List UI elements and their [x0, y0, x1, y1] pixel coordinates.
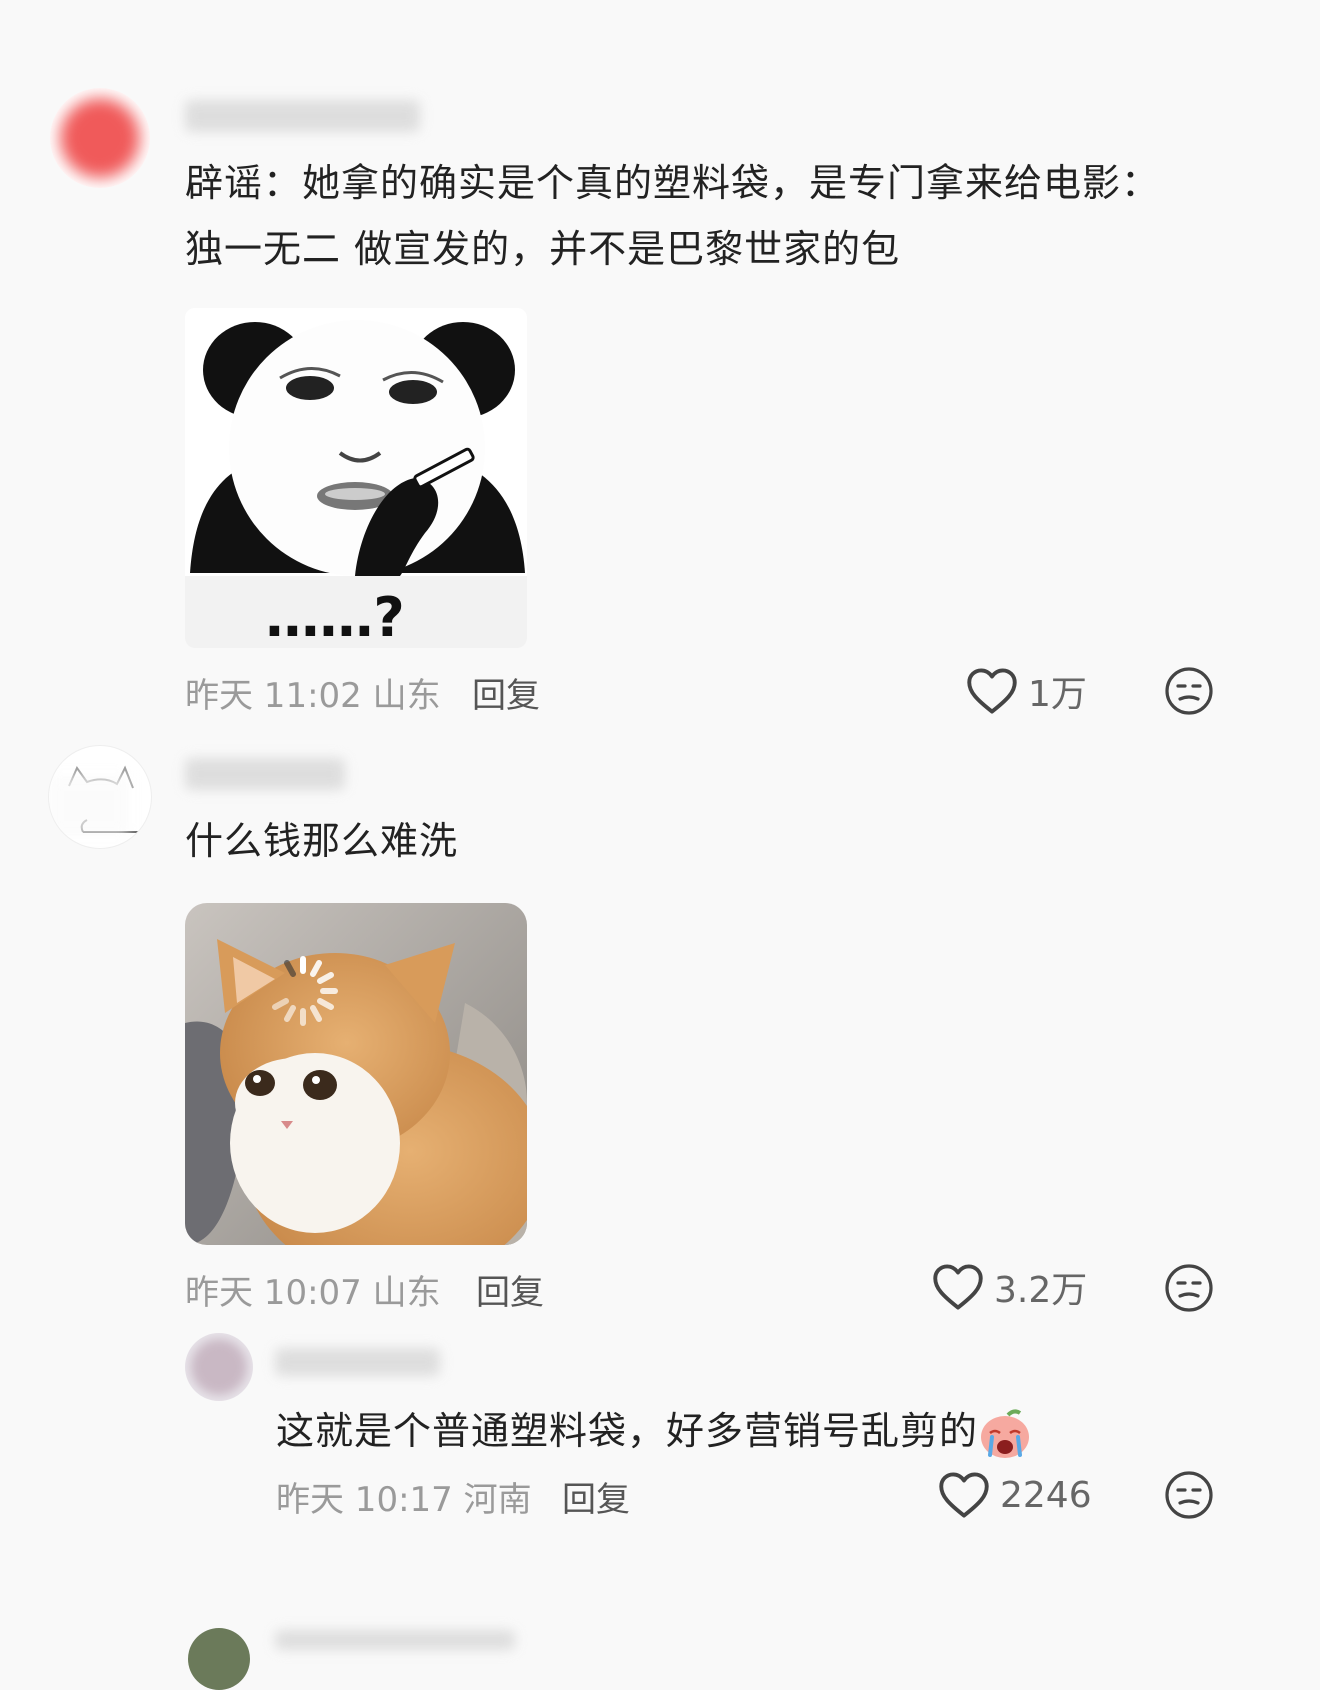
panda-meme-illustration: ……?	[185, 308, 527, 648]
reply-button[interactable]: 回复	[476, 1265, 544, 1314]
heart-icon	[932, 1263, 984, 1311]
username[interactable]	[185, 758, 345, 790]
comment-location: 河南	[463, 1480, 532, 1520]
comment-meta: 昨天 11:02 山东	[185, 668, 441, 717]
meh-face-icon	[1164, 1263, 1214, 1313]
dislike-button[interactable]	[1164, 666, 1214, 716]
reply-button[interactable]: 回复	[562, 1472, 630, 1521]
comment-time: 昨天 10:17	[276, 1480, 453, 1520]
comment-time: 昨天 11:02	[185, 676, 362, 716]
heart-icon	[966, 667, 1018, 715]
sticker-image[interactable]	[185, 903, 527, 1245]
like-count: 2246	[1000, 1474, 1092, 1516]
comment-location: 山东	[372, 676, 441, 716]
cat-photo	[185, 903, 527, 1245]
like-button[interactable]: 2246	[938, 1468, 1092, 1522]
comment-meta: 昨天 10:07 山东	[185, 1265, 441, 1314]
sticker-caption: ……?	[265, 586, 404, 648]
username[interactable]	[275, 1348, 440, 1376]
comment-meta: 昨天 10:17 河南	[276, 1472, 532, 1521]
meh-face-icon	[1164, 666, 1214, 716]
sticker-image[interactable]: ……?	[185, 308, 527, 648]
heart-icon	[938, 1471, 990, 1519]
user-avatar[interactable]	[48, 745, 152, 849]
like-count: 3.2万	[994, 1270, 1088, 1311]
meh-face-icon	[1164, 1470, 1214, 1520]
comment-text: 什么钱那么难洗	[185, 819, 459, 863]
like-count: 1万	[1028, 674, 1087, 715]
reply-button[interactable]: 回复	[472, 668, 540, 717]
username[interactable]	[185, 100, 420, 132]
user-avatar[interactable]	[185, 1333, 253, 1401]
like-button[interactable]: 3.2万	[932, 1260, 1087, 1314]
comment-time: 昨天 10:07	[185, 1273, 362, 1313]
like-button[interactable]: 1万	[966, 664, 1087, 718]
cat-sketch-icon	[49, 765, 141, 836]
comment-location: 山东	[372, 1273, 441, 1313]
username[interactable]	[275, 1630, 515, 1650]
user-avatar[interactable]	[188, 1628, 250, 1690]
dislike-button[interactable]	[1164, 1470, 1214, 1520]
dislike-button[interactable]	[1164, 1263, 1214, 1313]
user-avatar[interactable]	[50, 88, 150, 188]
crying-face-emoji	[978, 1407, 1032, 1461]
comment-text: 辟谣：她拿的确实是个真的塑料袋，是专门拿来给电影： 独一无二 做宣发的，并不是巴…	[185, 161, 1161, 271]
comment-text: 这就是个普通塑料袋，好多营销号乱剪的	[276, 1398, 1032, 1464]
